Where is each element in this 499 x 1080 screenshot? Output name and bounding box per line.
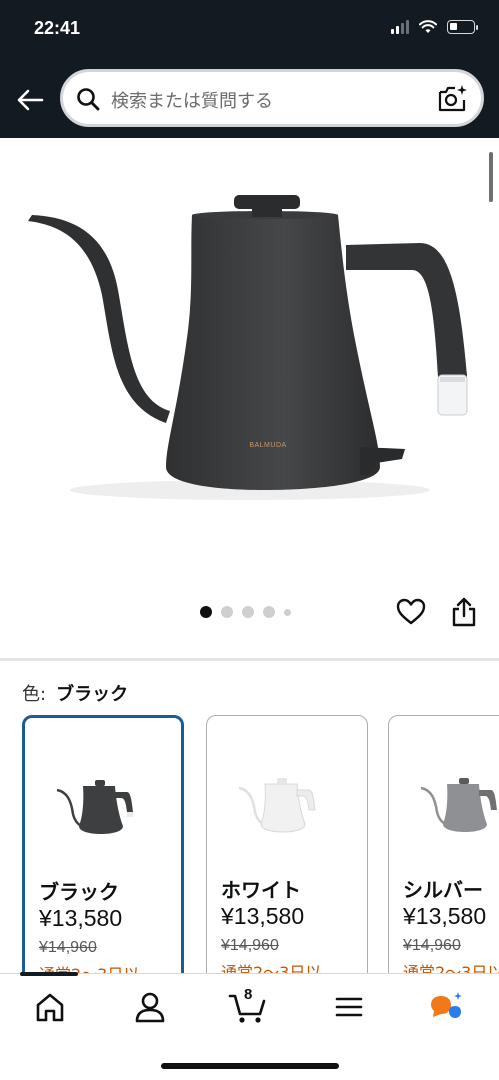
variant-card-silver[interactable]: シルバー ¥13,580 ¥14,960 通常2～3日以 — [388, 715, 499, 973]
search-icon — [77, 88, 100, 111]
cellular-signal-icon — [391, 20, 409, 34]
cart-button[interactable]: 8 — [228, 986, 268, 1024]
wifi-icon — [419, 20, 437, 33]
variant-list-price: ¥14,960 — [39, 939, 97, 956]
variant-name: シルバー — [403, 878, 483, 902]
color-variant-list: ブラック ¥13,580 ¥14,960 通常2～3日以 ホワイト ¥13,58… — [22, 715, 499, 973]
variant-price: ¥13,580 — [39, 905, 123, 931]
variant-card-white[interactable]: ホワイト ¥13,580 ¥14,960 通常2～3日以 — [206, 715, 368, 973]
app-header: 22:41 検索または質問する — [0, 0, 499, 138]
home-indicator — [161, 1063, 339, 1069]
search-placeholder: 検索または質問する — [111, 91, 273, 112]
back-arrow-icon[interactable] — [14, 84, 46, 116]
pagination-dot-5[interactable] — [284, 608, 291, 616]
variant-thumbnail — [56, 780, 133, 834]
nav-active-indicator — [20, 972, 78, 976]
color-selection-label: 色: ブラック — [22, 680, 128, 706]
battery-icon — [447, 20, 478, 34]
menu-icon[interactable] — [329, 990, 369, 1024]
variant-price: ¥13,580 — [403, 903, 487, 929]
home-icon[interactable] — [30, 990, 70, 1024]
share-icon[interactable] — [450, 597, 478, 627]
variant-list-price: ¥14,960 — [403, 937, 461, 954]
status-time: 22:41 — [34, 18, 81, 38]
product-image[interactable]: BALMUDA — [20, 185, 480, 515]
image-pagination — [200, 606, 291, 618]
color-label-key: 色: — [22, 684, 47, 705]
variant-thumbnail — [420, 778, 497, 832]
section-divider — [0, 658, 499, 661]
variant-price: ¥13,580 — [221, 903, 305, 929]
variant-name: ホワイト — [221, 878, 301, 902]
variant-name: ブラック — [39, 880, 119, 904]
search-input[interactable]: 検索または質問する — [60, 69, 484, 127]
variant-card-black[interactable]: ブラック ¥13,580 ¥14,960 通常2～3日以 — [22, 715, 184, 973]
variant-thumbnail — [238, 778, 316, 833]
cart-count-badge: 8 — [244, 986, 253, 1003]
account-icon[interactable] — [130, 990, 170, 1024]
pagination-dot-3[interactable] — [242, 606, 254, 618]
scroll-indicator[interactable] — [489, 152, 493, 202]
heart-icon[interactable] — [396, 597, 426, 627]
camera-search-icon[interactable] — [437, 83, 469, 115]
pagination-dot-2[interactable] — [221, 606, 233, 618]
status-icons — [391, 20, 478, 34]
color-selected-value: ブラック — [56, 684, 129, 705]
pagination-dot-4[interactable] — [263, 606, 275, 618]
rufus-icon[interactable] — [425, 990, 465, 1024]
variant-shipping: 通常2～3日以 — [221, 963, 322, 973]
variant-list-price: ¥14,960 — [221, 937, 279, 954]
variant-shipping: 通常2～3日以 — [403, 963, 499, 973]
brand-logo: BALMUDA — [249, 442, 286, 449]
pagination-dot-1[interactable] — [200, 606, 212, 618]
